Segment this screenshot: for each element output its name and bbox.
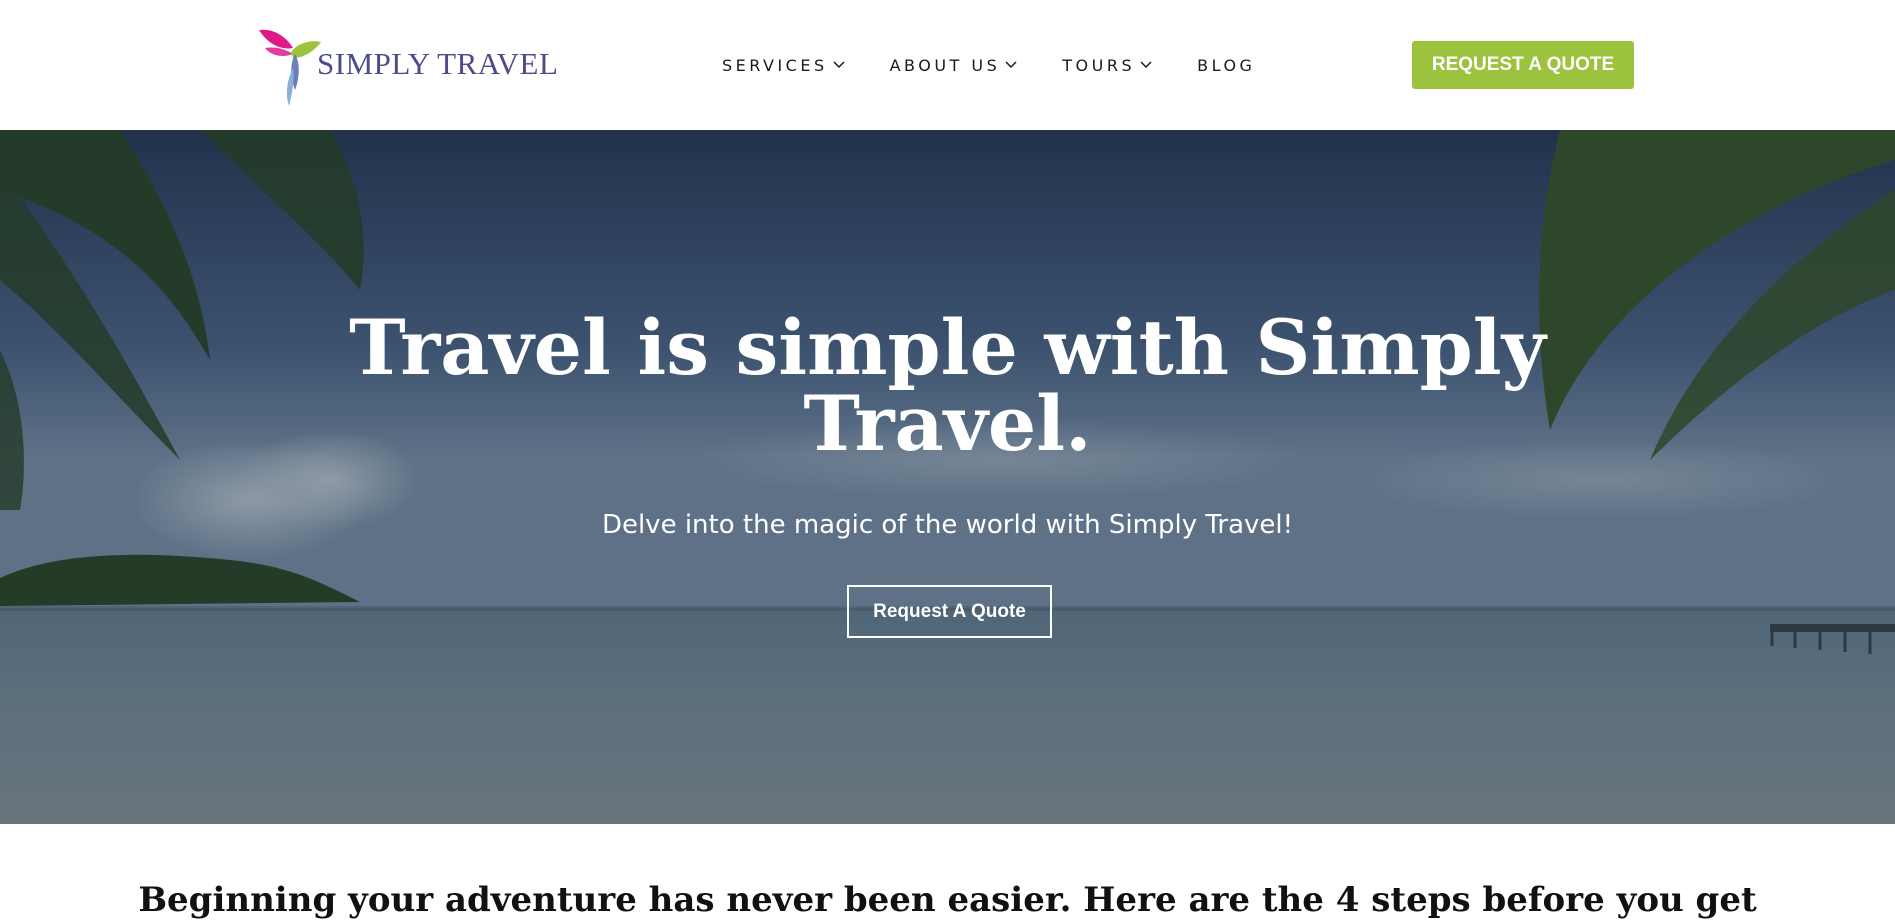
nav-item-about-us[interactable]: ABOUT US [890, 56, 1019, 75]
hero-subtitle: Delve into the magic of the world with S… [601, 510, 1294, 540]
main-nav: SERVICES ABOUT US TOURS BLOG [722, 52, 1255, 78]
chevron-down-icon [1140, 61, 1152, 69]
chevron-down-icon [833, 61, 845, 69]
hummingbird-logo-icon [259, 29, 321, 106]
site-logo[interactable]: SIMPLY TRAVEL [255, 24, 558, 108]
steps-heading: Beginning your adventure has never been … [138, 880, 1757, 920]
request-quote-button[interactable]: REQUEST A QUOTE [1412, 41, 1634, 89]
hero-section: Travel is simple with Simply Travel. Del… [0, 130, 1895, 824]
chevron-down-icon [1005, 61, 1017, 69]
brand-name: SIMPLY TRAVEL [317, 46, 559, 81]
nav-item-blog[interactable]: BLOG [1197, 56, 1255, 75]
site-header: SIMPLY TRAVEL SERVICES ABOUT US TOURS BL… [0, 0, 1895, 130]
nav-label-services: SERVICES [722, 55, 828, 75]
nav-label-blog: BLOG [1197, 55, 1256, 75]
hero-background-image [0, 130, 1895, 824]
nav-label-tours: TOURS [1062, 55, 1136, 75]
nav-label-about-us: ABOUT US [889, 55, 1001, 75]
hero-request-quote-button[interactable]: Request A Quote [847, 585, 1052, 638]
hero-title: Travel is simple with Simply Travel. [349, 303, 1546, 468]
nav-item-tours[interactable]: TOURS [1062, 56, 1153, 75]
nav-item-services[interactable]: SERVICES [722, 56, 846, 75]
